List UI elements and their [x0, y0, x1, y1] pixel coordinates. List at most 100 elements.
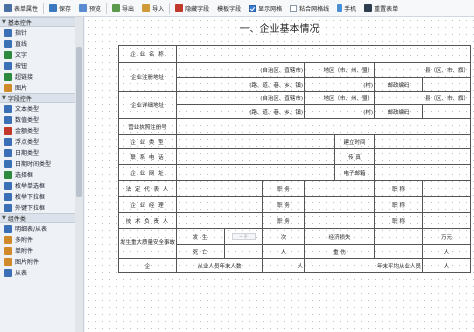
company-type-label: 企 业 类 型: [118, 134, 177, 149]
preview-button[interactable]: 预览: [75, 1, 105, 16]
deaths-field[interactable]: [224, 244, 263, 259]
reset-form-button[interactable]: 重置表单: [360, 1, 402, 16]
hidden-field-button[interactable]: 隐藏字段: [171, 1, 213, 16]
palette-item-datetime-type[interactable]: 日期时间类型: [0, 158, 74, 169]
export-button[interactable]: 导出: [108, 1, 138, 16]
legal-rep-field[interactable]: [176, 180, 263, 197]
hyperlink-icon: [4, 72, 12, 81]
palette-item-image-attachment[interactable]: 图片附件: [0, 256, 74, 267]
toolbar-divider: [106, 2, 108, 14]
palette-item-multi-attachment[interactable]: 多附件: [0, 234, 74, 245]
snap-grid-checkbox[interactable]: [290, 4, 298, 12]
palette-item-text-type[interactable]: 文本类型: [0, 103, 74, 114]
palette-item-date-type[interactable]: 日期类型: [0, 147, 74, 158]
collapse-triangle-icon: ▼: [2, 215, 6, 221]
reg-county-field[interactable]: 县（区、市、旗）: [373, 62, 472, 78]
reg-town-field[interactable]: (路、道、巷、乡、镇): [176, 77, 305, 92]
palette-item-detail-table[interactable]: 明细表/从表: [0, 223, 74, 234]
tech-lead-label: 技 术 负 责 人: [118, 212, 177, 229]
manager-title-field[interactable]: [421, 196, 472, 213]
phone-label: 联 系 电 话: [118, 148, 177, 165]
email-field[interactable]: [373, 164, 472, 181]
palette-item-subtable[interactable]: 从表: [0, 267, 74, 278]
palette-item-button[interactable]: 按钮: [0, 60, 74, 71]
detail-village-field[interactable]: (村): [304, 104, 375, 119]
injured-field[interactable]: [374, 244, 423, 259]
company-type-field[interactable]: [176, 134, 335, 149]
legal-rep-position-label: 职 务: [262, 180, 305, 197]
palette-item-money-type[interactable]: 金额类型: [0, 125, 74, 136]
founded-label: 建立时间: [334, 134, 375, 149]
palette-item-fk-dropdown[interactable]: 外键下拉框: [0, 202, 74, 213]
reg-region-field[interactable]: (自治区、直辖市): [176, 62, 305, 78]
reg-village-field[interactable]: (村): [304, 77, 375, 92]
website-field[interactable]: [176, 164, 335, 181]
detail-county-field[interactable]: 县（区、市、旗）: [373, 91, 472, 105]
palette-item-hyperlink[interactable]: 超链接: [0, 71, 74, 82]
export-icon: [112, 4, 121, 12]
annual-staff-unit: 人: [262, 258, 305, 273]
accident-occurred-field[interactable]: ~ 不: [224, 228, 263, 245]
company-short-label: 企: [118, 258, 177, 273]
tech-lead-field[interactable]: [176, 212, 263, 229]
palette-item-enum-radio[interactable]: 枚举单选框: [0, 180, 74, 191]
palette-item-number-type[interactable]: 数值类型: [0, 114, 74, 125]
econ-loss-field[interactable]: [374, 228, 423, 245]
deaths-unit: 人: [262, 244, 305, 259]
manager-field[interactable]: [176, 196, 263, 213]
detail-city-field[interactable]: 地区（市、州、盟）: [304, 91, 375, 105]
manager-position-field[interactable]: [304, 196, 375, 213]
sidebar-scroll-thumb[interactable]: [76, 47, 82, 197]
snap-grid-toggle[interactable]: 粘合网格线: [286, 1, 333, 16]
save-button[interactable]: 保存: [45, 1, 75, 16]
show-grid-toggle[interactable]: 显示网格: [245, 1, 286, 16]
enum-dropdown-icon: [4, 192, 12, 201]
group-field-controls[interactable]: ▼ 字段控件: [0, 93, 83, 103]
tech-lead-position-field[interactable]: [304, 212, 375, 229]
palette-item-text[interactable]: 文字: [0, 49, 74, 60]
form-props-button[interactable]: 表单属性: [0, 1, 42, 16]
text-icon: [4, 50, 12, 59]
import-button[interactable]: 导入: [138, 1, 168, 16]
toolbar: 表单属性 保存 预览 导出 导入 隐藏字段 模板字段 显示网格 粘合网格线 手机…: [0, 0, 474, 17]
palette-item-line[interactable]: 直线: [0, 38, 74, 49]
detail-postcode-field[interactable]: [421, 104, 472, 119]
palette-item-single-attachment[interactable]: 单附件: [0, 245, 74, 256]
manager-title-label: 职 称: [374, 196, 423, 213]
license-no-field[interactable]: [175, 118, 472, 135]
reg-postcode-field[interactable]: [421, 77, 472, 92]
palette-item-float-type[interactable]: 浮点类型: [0, 136, 74, 147]
phone-field[interactable]: [176, 148, 335, 165]
legal-rep-position-field[interactable]: [304, 180, 375, 197]
palette-item-image[interactable]: 图片: [0, 82, 74, 93]
legal-rep-title-field[interactable]: [421, 180, 472, 197]
reg-postcode-label: 邮政编码: [374, 77, 423, 92]
detail-region-field[interactable]: (自治区、直辖市): [176, 91, 305, 105]
collapse-triangle-icon: ▼: [2, 95, 6, 101]
accident-label: 发生重大质量安全事故: [118, 228, 177, 259]
accident-times-unit: 次: [262, 228, 305, 245]
preview-icon: [79, 4, 88, 12]
group-basic-controls[interactable]: ▼ 基本控件: [0, 17, 83, 27]
subtable-icon: [4, 268, 12, 277]
company-name-field[interactable]: [175, 45, 472, 63]
tech-lead-title-field[interactable]: [421, 212, 472, 229]
design-canvas[interactable]: 一、企业基本情况 企 业 名 称 企业注册地址 (自治区、直辖市) 地区（市、州…: [85, 17, 474, 332]
image-attachment-icon: [4, 257, 12, 266]
reg-city-field[interactable]: 地区（市、州、盟）: [304, 62, 375, 78]
sidebar-scrollbar[interactable]: [75, 17, 83, 332]
palette-item-pointer[interactable]: 指针: [0, 27, 74, 38]
palette-item-checkbox[interactable]: 选择框: [0, 169, 74, 180]
fk-dropdown-icon: [4, 203, 12, 212]
form-title[interactable]: 一、企业基本情况: [85, 20, 474, 35]
detail-table-icon: [4, 224, 12, 233]
mobile-button[interactable]: 手机: [333, 1, 360, 16]
enum-radio-icon: [4, 181, 12, 190]
fax-field[interactable]: [373, 148, 472, 165]
detail-town-field[interactable]: (路、道、巷、乡、镇): [176, 104, 305, 119]
template-field-button[interactable]: 模板字段: [213, 1, 245, 16]
founded-field[interactable]: [373, 134, 472, 149]
show-grid-checkbox[interactable]: [249, 4, 257, 12]
group-components[interactable]: ▼ 组件类: [0, 213, 83, 223]
palette-item-enum-dropdown[interactable]: 枚举下拉框: [0, 191, 74, 202]
